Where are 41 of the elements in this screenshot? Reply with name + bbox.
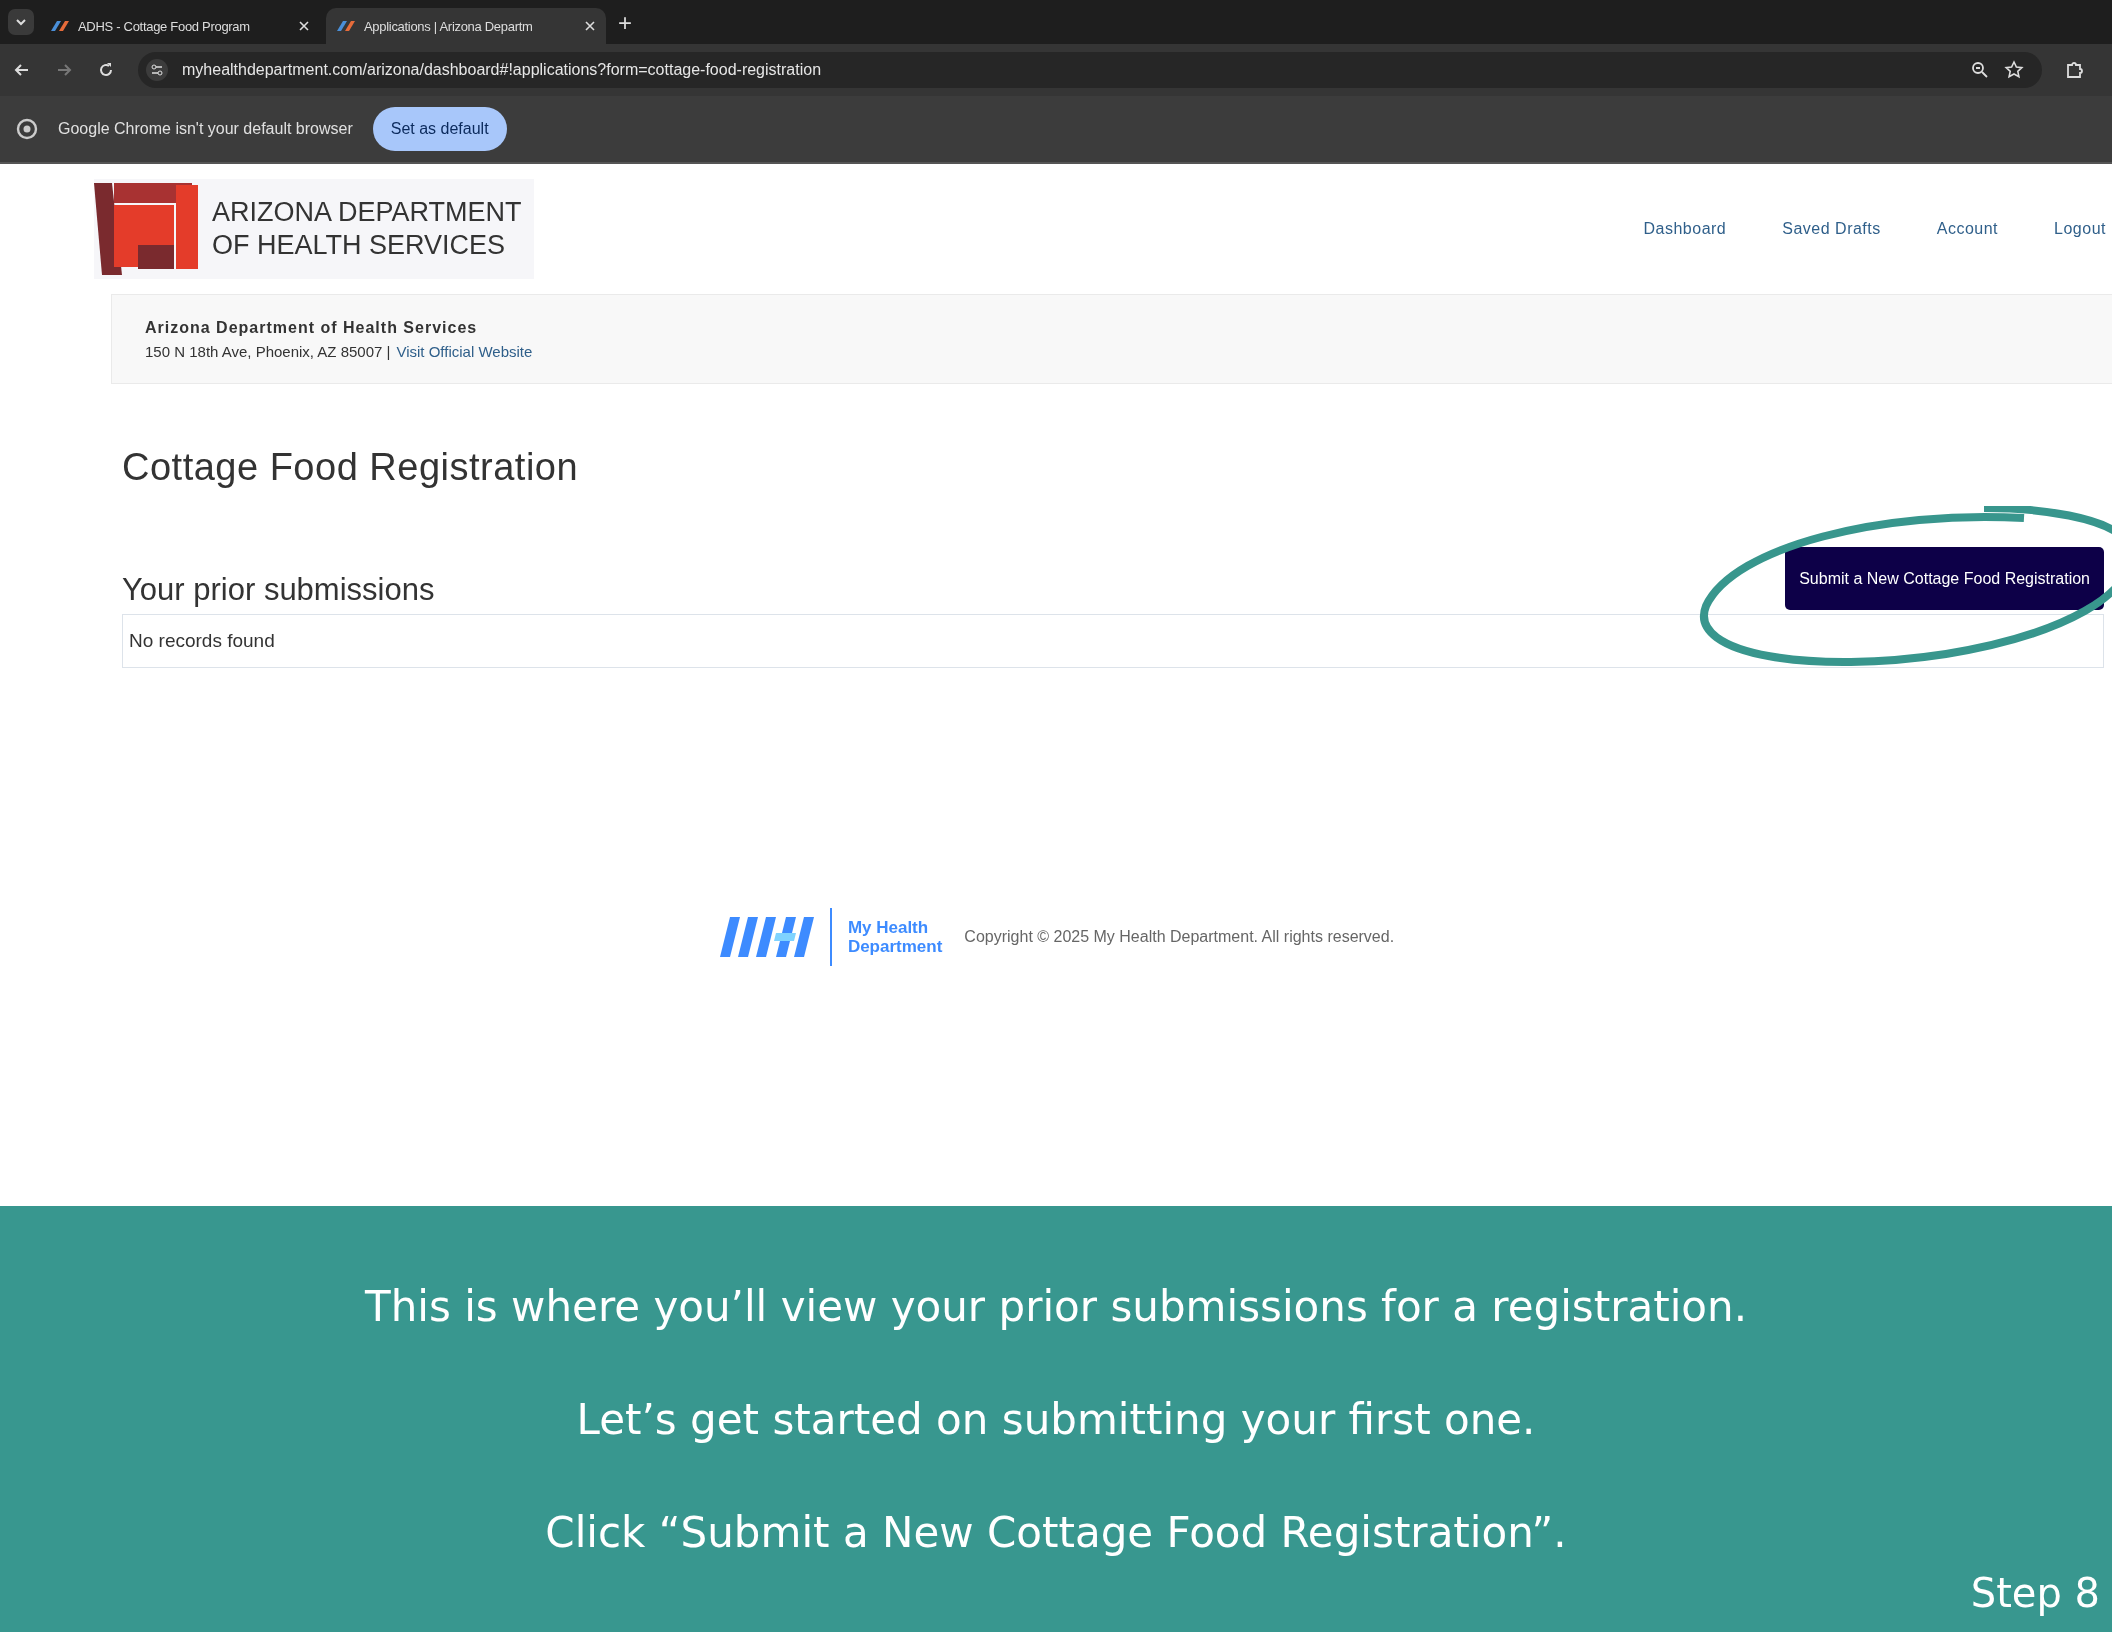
close-icon[interactable] <box>298 20 310 32</box>
logo-text: ARIZONA DEPARTMENT <box>212 196 522 229</box>
nav-link[interactable]: Logout <box>2054 220 2106 238</box>
agency-logo[interactable]: ARIZONA DEPARTMENT OF HEALTH SERVICES <box>94 179 534 279</box>
zoom-out-icon[interactable] <box>1970 60 1990 80</box>
close-icon[interactable] <box>584 20 596 32</box>
logo-text: OF HEALTH SERVICES <box>212 229 507 262</box>
caption-text: Click “Submit a New Cottage Food Registration”. <box>545 1507 1567 1557</box>
page-title: Cottage Food Registration <box>122 446 580 489</box>
nav-link[interactable]: Saved Drafts <box>1782 220 1881 238</box>
nav-link[interactable]: Dashboard <box>1643 220 1727 238</box>
caption-text: This is where you’ll view your prior submissions for a registration. <box>365 1281 1747 1331</box>
tab-title: Applications | Arizona Departm <box>364 18 534 34</box>
official-website-link[interactable]: Visit Official Website <box>396 342 533 360</box>
tab-list-button[interactable] <box>8 9 34 35</box>
brand-name: Department <box>847 937 943 956</box>
extensions-icon[interactable] <box>2064 59 2086 81</box>
brand-logo-icon <box>717 915 814 959</box>
address-bar[interactable]: myhealthdepartment.com/arizona/dashboard#!applications?form=cottage-food-registration <box>138 52 2042 88</box>
step-label: Step 8 <box>1970 1570 2100 1616</box>
favicon-icon <box>50 20 70 32</box>
tab-title: ADHS - Cottage Food Program <box>78 18 251 34</box>
browser-tab[interactable]: Applications | Arizona Departm <box>326 8 606 44</box>
brand-name: My Health <box>847 918 930 937</box>
favicon-icon <box>336 20 356 32</box>
empty-message: No records found <box>129 630 275 652</box>
bookmark-star-icon[interactable] <box>2004 60 2024 80</box>
site-settings-icon[interactable] <box>146 59 168 81</box>
section-heading: Your prior submissions <box>122 572 435 608</box>
caption-text: Let’s get started on submitting your first one. <box>576 1394 1536 1444</box>
new-registration-button[interactable]: Submit a New Cottage Food Registration <box>1785 547 2104 610</box>
url-text: myhealthdepartment.com/arizona/dashboard#!applications?form=cottage-food-registration <box>182 61 822 79</box>
new-tab-button[interactable]: + <box>612 8 638 38</box>
set-default-button[interactable]: Set as default <box>372 107 507 151</box>
copyright-text: Copyright © 2025 My Health Department. All rights reserved. <box>964 928 1395 946</box>
agency-address: 150 N 18th Ave, Phoenix, AZ 85007 | <box>145 342 391 360</box>
infobar-message: Google Chrome isn't your default browser <box>58 120 353 138</box>
nav-link[interactable]: Account <box>1936 220 1999 238</box>
agency-name: Arizona Department of Health Services <box>145 318 479 337</box>
chrome-icon <box>16 118 38 140</box>
browser-tab[interactable]: ADHS - Cottage Food Program <box>40 8 320 44</box>
